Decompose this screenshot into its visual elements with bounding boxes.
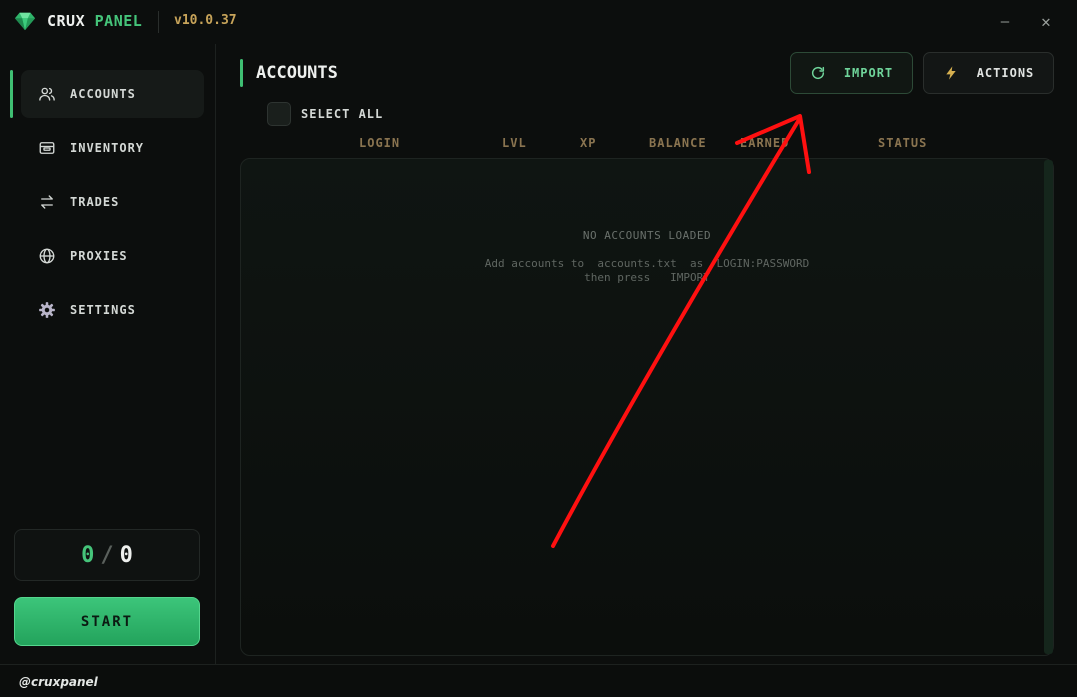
brand-part2: PANEL bbox=[94, 12, 143, 30]
globe-icon bbox=[39, 248, 55, 264]
refresh-icon bbox=[811, 66, 824, 80]
progress-counter: 0 / 0 bbox=[14, 529, 200, 581]
counter-total: 0 bbox=[119, 542, 133, 568]
import-button[interactable]: IMPORT bbox=[790, 52, 913, 94]
column-header-lvl[interactable]: LVL bbox=[502, 136, 527, 150]
minimize-button[interactable]: — bbox=[993, 10, 1017, 34]
sidebar: ACCOUNTS INVENTORY TRADES PROXIES SETTIN… bbox=[0, 44, 216, 664]
column-header-earned[interactable]: EARNED bbox=[740, 136, 789, 150]
sidebar-item-label: PROXIES bbox=[70, 249, 128, 263]
minimize-icon: — bbox=[1000, 14, 1010, 30]
page-title: ACCOUNTS bbox=[256, 63, 338, 83]
sidebar-item-label: INVENTORY bbox=[70, 141, 145, 155]
sidebar-item-proxies[interactable]: PROXIES bbox=[21, 232, 204, 280]
select-all-checkbox[interactable] bbox=[267, 102, 291, 126]
gem-logo-icon bbox=[14, 12, 36, 31]
sidebar-item-label: SETTINGS bbox=[70, 303, 136, 317]
app-window: CRUX PANEL v10.0.37 — ✕ ACCOUNTS INVENTO… bbox=[0, 0, 1077, 697]
empty-state-hint-2: then press IMPORT bbox=[584, 271, 710, 284]
column-header-xp[interactable]: XP bbox=[580, 136, 596, 150]
close-button[interactable]: ✕ bbox=[1034, 10, 1058, 34]
sidebar-item-accounts[interactable]: ACCOUNTS bbox=[21, 70, 204, 118]
gear-icon bbox=[39, 302, 55, 318]
select-all-label: SELECT ALL bbox=[301, 107, 384, 121]
social-handle[interactable]: @cruxpanel bbox=[19, 675, 98, 689]
empty-state-title: NO ACCOUNTS LOADED bbox=[582, 229, 712, 242]
select-all[interactable]: SELECT ALL bbox=[267, 102, 383, 126]
title-bar: CRUX PANEL v10.0.37 — ✕ bbox=[0, 0, 1077, 44]
column-header-balance[interactable]: BALANCE bbox=[649, 136, 707, 150]
empty-state-hint: Add accounts to accounts.txt as LOGIN:PA… bbox=[484, 257, 810, 270]
column-header-status[interactable]: STATUS bbox=[878, 136, 927, 150]
sidebar-item-label: ACCOUNTS bbox=[70, 87, 136, 101]
lightning-icon bbox=[946, 66, 956, 80]
counter-done: 0 bbox=[81, 542, 95, 568]
swap-icon bbox=[41, 195, 53, 209]
sidebar-item-trades[interactable]: TRADES bbox=[21, 178, 204, 226]
counter-separator: / bbox=[100, 542, 114, 568]
import-label: IMPORT bbox=[843, 66, 894, 80]
version-label: v10.0.37 bbox=[174, 13, 237, 28]
sidebar-item-label: TRADES bbox=[70, 195, 120, 209]
brand-name: CRUX PANEL bbox=[47, 12, 142, 30]
column-header-login[interactable]: LOGIN bbox=[359, 136, 400, 150]
close-icon: ✕ bbox=[1041, 12, 1051, 31]
start-button[interactable]: START bbox=[14, 597, 200, 646]
brand-part1: CRUX bbox=[47, 12, 86, 30]
active-indicator bbox=[10, 70, 13, 118]
wallet-icon bbox=[39, 142, 55, 154]
title-divider bbox=[158, 11, 159, 33]
title-accent bbox=[240, 59, 243, 87]
users-icon bbox=[39, 87, 55, 101]
actions-button[interactable]: ACTIONS bbox=[923, 52, 1054, 94]
actions-label: ACTIONS bbox=[976, 66, 1035, 80]
sidebar-item-settings[interactable]: SETTINGS bbox=[21, 286, 204, 334]
footer: @cruxpanel bbox=[0, 664, 1077, 697]
sidebar-item-inventory[interactable]: INVENTORY bbox=[21, 124, 204, 172]
